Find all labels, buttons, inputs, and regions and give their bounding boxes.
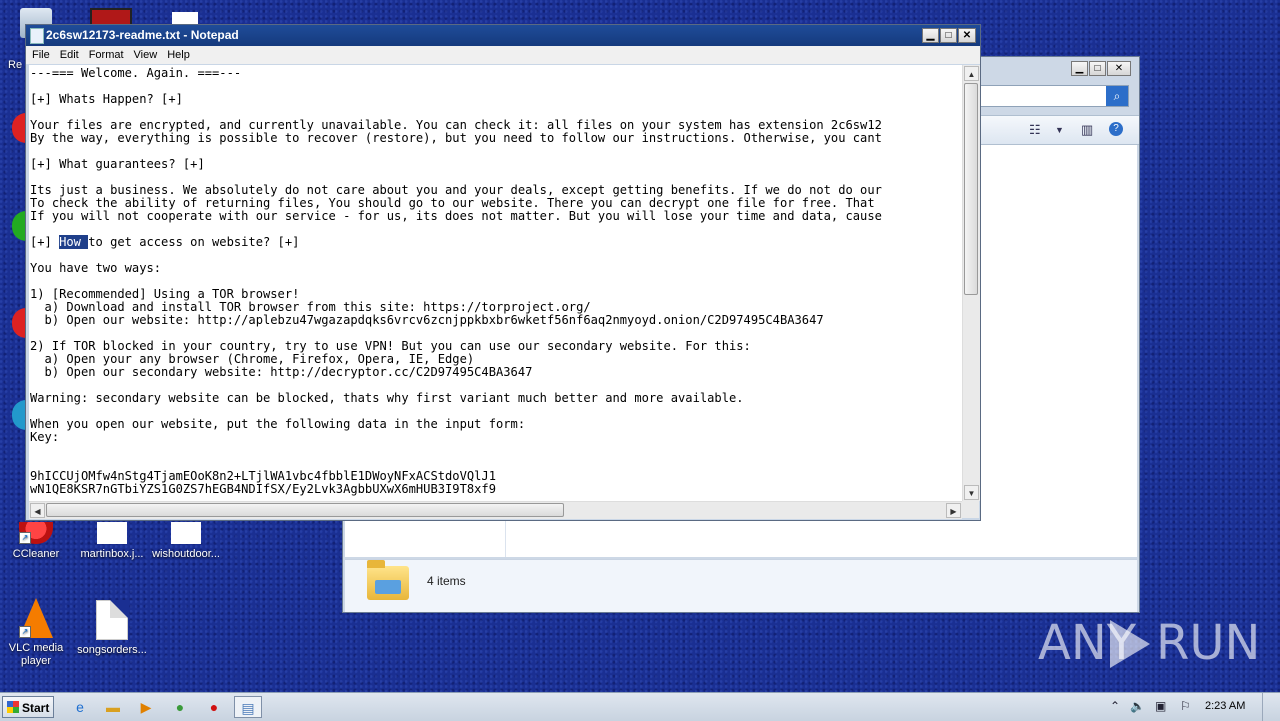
minimize-button[interactable]: ▁ [1071,61,1088,76]
selected-text: How [59,235,89,249]
menu-view[interactable]: View [134,49,158,61]
desktop-icon-label: songsorders... [77,644,147,656]
preview-pane-icon[interactable]: ▥ [1081,122,1093,138]
taskbar: Start e ▬ ▶ ● ● ▤ ⌃ 🔈 ▣ ⚐ 2:23 AM [0,692,1280,721]
taskbar-notepad-icon[interactable]: ▤ [234,696,262,718]
file-icon [97,522,127,544]
details-pane: 4 items [345,559,1137,612]
horizontal-scroll-thumb[interactable] [46,503,564,517]
scroll-down-icon[interactable]: ▼ [964,485,979,500]
taskbar-explorer-icon[interactable]: ▬ [99,696,127,718]
desktop-icon-martinbox[interactable]: martinbox.j... [72,522,152,561]
close-button[interactable]: ✕ [958,28,976,43]
shortcut-arrow-icon: ↗ [19,626,31,638]
folder-icon [367,560,409,600]
start-button[interactable]: Start [2,696,54,718]
search-input[interactable]: ⌕ [979,85,1129,107]
text-editor[interactable]: ---=== Welcome. Again. ===--- [+] Whats … [29,65,962,501]
explorer-window-controls: ▁ □ ✕ [1071,61,1131,76]
desktop-icon-ccleaner[interactable]: ↗ CCleaner [0,522,76,561]
menu-help[interactable]: Help [167,49,190,61]
scroll-left-icon[interactable]: ◀ [30,503,45,518]
show-hidden-icons-icon[interactable]: ⌃ [1110,699,1120,713]
view-options-icon[interactable]: ☷ [1029,122,1041,138]
app-shortcut-icon[interactable] [12,400,26,430]
vlc-cone-icon: ↗ [19,598,53,638]
notepad-icon [30,28,44,44]
resize-grip-icon[interactable] [962,501,979,518]
action-center-flag-icon[interactable]: ⚐ [1180,699,1191,713]
file-icon [171,522,201,544]
chevron-down-icon[interactable]: ▼ [1055,125,1064,135]
scroll-right-icon[interactable]: ▶ [946,503,961,518]
menu-format[interactable]: Format [89,49,124,61]
menu-file[interactable]: File [32,49,50,61]
vertical-scroll-thumb[interactable] [964,83,978,295]
taskbar-opera-icon[interactable]: ● [200,696,228,718]
notepad-titlebar[interactable]: 2c6sw12173-readme.txt - Notepad ▁ □ ✕ [26,25,980,46]
taskbar-chrome-icon[interactable]: ● [166,696,194,718]
notepad-window[interactable]: 2c6sw12173-readme.txt - Notepad ▁ □ ✕ Fi… [25,24,981,521]
clock[interactable]: 2:23 AM [1205,700,1245,712]
play-logo-icon [1110,620,1150,668]
network-icon[interactable]: ▣ [1155,699,1166,713]
close-button[interactable]: ✕ [1107,61,1131,76]
notepad-window-controls: ▁ □ ✕ [922,28,976,43]
desktop-icon-label: CCleaner [12,548,60,560]
taskbar-media-player-icon[interactable]: ▶ [132,696,160,718]
windows-logo-icon [7,701,19,713]
volume-icon[interactable]: 🔈 [1130,699,1145,713]
maximize-button[interactable]: □ [1089,61,1106,76]
file-icon [96,600,128,640]
file-icon[interactable] [172,12,198,24]
menu-edit[interactable]: Edit [60,49,79,61]
taskbar-ie-icon[interactable]: e [66,696,94,718]
document-text: ---=== Welcome. Again. ===--- [+] Whats … [30,67,882,496]
watermark-right: RUN [1156,615,1261,671]
help-icon[interactable]: ? [1109,122,1123,136]
window-title: 2c6sw12173-readme.txt - Notepad [46,28,239,42]
scroll-up-icon[interactable]: ▲ [964,66,979,81]
desktop-icon-wishoutdoor[interactable]: wishoutdoor... [146,522,226,561]
desktop-partial-label: Re [8,59,23,71]
desktop-icon-label: VLC media player [8,642,64,667]
app-shortcut-icon[interactable] [12,308,26,338]
menu-bar: File Edit Format View Help [26,46,980,64]
text-before-selection: ---=== Welcome. Again. ===--- [+] Whats … [30,66,882,249]
desktop-icon-label: martinbox.j... [80,548,144,560]
start-label: Start [22,701,50,715]
app-shortcut-icon[interactable] [12,211,26,241]
app-shortcut-icon[interactable] [12,113,26,143]
minimize-button[interactable]: ▁ [922,28,939,43]
show-desktop-button[interactable] [1262,693,1280,721]
anyrun-watermark: ANY RUN [1038,612,1260,674]
desktop-icon-songsorders[interactable]: songsorders... [72,600,152,657]
text-after-selection: to get access on website? [+] You have t… [30,235,824,496]
vertical-scrollbar[interactable]: ▲ ▼ [962,65,980,501]
ccleaner-icon: ↗ [19,522,53,544]
desktop-icon-label: wishoutdoor... [152,548,220,560]
maximize-button[interactable]: □ [940,28,957,43]
desktop-icon-vlc[interactable]: ↗ VLC media player [0,598,76,668]
horizontal-scrollbar[interactable]: ◀ ▶ [29,501,962,519]
search-icon[interactable]: ⌕ [1106,86,1128,106]
item-count: 4 items [427,574,466,588]
shortcut-arrow-icon: ↗ [19,532,31,544]
